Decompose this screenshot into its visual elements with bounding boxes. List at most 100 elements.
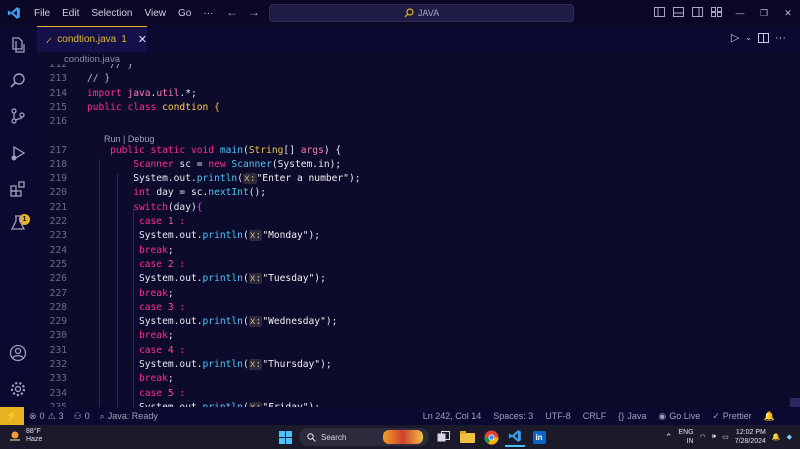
back-arrow-icon[interactable]: ← — [226, 5, 238, 19]
problems-status[interactable]: ⊗ 0 ⚠ 3 — [24, 411, 69, 422]
settings-gear-icon[interactable] — [0, 374, 35, 404]
code-token: static — [150, 144, 191, 156]
go-live-button[interactable]: ◉ Go Live — [653, 411, 705, 422]
notifications-bell-icon[interactable]: 🔔 — [759, 411, 780, 422]
code-line[interactable]: 225 case 2 : — [35, 258, 790, 272]
code-line[interactable]: 217 public static void main(String[] arg… — [35, 144, 790, 158]
search-sidebar-icon[interactable] — [0, 66, 35, 96]
remote-indicator-icon[interactable]: ⚡ — [0, 407, 24, 425]
restore-icon[interactable]: ❐ — [752, 0, 776, 26]
menu-selection[interactable]: Selection — [85, 8, 138, 19]
run-play-icon[interactable]: ▷ — [731, 31, 739, 44]
code-line[interactable]: 227 break; — [35, 287, 790, 301]
code-line[interactable]: 233 break; — [35, 372, 790, 386]
line-code: case 1 : — [87, 215, 185, 229]
tab-problem-count: 1 — [121, 34, 127, 45]
code-line[interactable]: 220 int day = sc.nextInt(); — [35, 186, 790, 200]
line-number: 219 — [49, 173, 67, 185]
code-line[interactable]: 223 System.out.println(x:"Monday"); — [35, 229, 790, 243]
code-line[interactable]: 228 case 3 : — [35, 301, 790, 315]
split-editor-icon[interactable] — [758, 32, 769, 43]
customize-layout-icon[interactable] — [709, 4, 724, 20]
code-token: nextInt — [208, 187, 249, 199]
menu-view[interactable]: View — [139, 8, 173, 19]
toggle-secondary-sidebar-icon[interactable] — [690, 4, 705, 20]
menu-go[interactable]: Go — [172, 8, 197, 19]
vscode-taskbar-icon[interactable] — [505, 427, 525, 447]
menu-file[interactable]: File — [28, 8, 56, 19]
menu-more[interactable]: ··· — [197, 8, 219, 19]
code-line[interactable]: 216 — [35, 115, 790, 129]
run-debug-icon[interactable] — [0, 138, 35, 168]
code-line[interactable]: 224 break; — [35, 244, 790, 258]
task-view-icon[interactable] — [433, 427, 453, 447]
chrome-icon[interactable] — [481, 427, 501, 447]
editor-scrollbar[interactable] — [790, 64, 800, 424]
input-language[interactable]: ENG IN — [678, 428, 693, 446]
forward-arrow-icon[interactable]: → — [248, 5, 260, 19]
battery-icon[interactable]: ▭ — [722, 433, 729, 441]
cursor-position[interactable]: Ln 242, Col 14 — [418, 411, 487, 421]
menu-edit[interactable]: Edit — [56, 8, 85, 19]
code-line[interactable]: 230 break; — [35, 329, 790, 343]
explorer-icon[interactable] — [0, 30, 35, 60]
prettier-status[interactable]: ✓ Prettier — [707, 411, 757, 422]
code-editor[interactable]: 212 // } 213// } 214 import java.util.*; 215… — [35, 64, 790, 407]
code-token: class — [127, 101, 163, 113]
code-token: case — [87, 301, 168, 313]
toggle-panel-icon[interactable] — [671, 4, 686, 20]
status-bar-right: Ln 242, Col 14 Spaces: 3 UTF-8 CRLF {} J… — [418, 407, 780, 425]
ports-count: 0 — [84, 411, 90, 421]
code-line[interactable]: 231 case 4 : — [35, 344, 790, 358]
code-line[interactable]: 222 case 1 : — [35, 215, 790, 229]
windows-start-icon[interactable] — [275, 427, 295, 447]
close-tab-icon[interactable]: ✕ — [138, 33, 147, 46]
close-window-icon[interactable]: ✕ — [776, 0, 800, 26]
linkedin-icon[interactable]: in — [529, 427, 549, 447]
indentation[interactable]: Spaces: 3 — [488, 411, 538, 421]
toggle-primary-sidebar-icon[interactable] — [652, 4, 667, 20]
code-line[interactable]: 219 System.out.println(x:"Enter a number… — [35, 172, 790, 186]
prettier-label: Prettier — [722, 411, 752, 421]
more-actions-icon[interactable]: ··· — [775, 32, 786, 44]
notification-center-icon[interactable]: 🔔 — [772, 433, 781, 441]
minimize-icon[interactable]: — — [728, 0, 752, 26]
ports-status[interactable]: ⚇ 0 — [69, 411, 95, 422]
code-token: ; — [167, 287, 174, 299]
editor-actions: ▷ ⌄ ··· — [731, 31, 786, 45]
file-explorer-icon[interactable] — [457, 427, 477, 447]
code-line[interactable]: 218 Scanner sc = new Scanner(System.in); — [35, 158, 790, 172]
encoding[interactable]: UTF-8 — [540, 411, 576, 421]
code-line[interactable]: 214 import java.util.*; — [35, 87, 790, 101]
run-dropdown-chevron-icon[interactable]: ⌄ — [745, 33, 752, 42]
end-of-line[interactable]: CRLF — [578, 411, 612, 421]
codelens-run-debug[interactable]: Run | Debug — [104, 134, 154, 144]
clock[interactable]: 12:02 PM 7/28/2024 — [735, 428, 766, 446]
command-center-search[interactable]: JAVA — [269, 4, 574, 22]
extensions-icon[interactable] — [0, 174, 35, 204]
volume-icon[interactable]: 🕪 — [712, 433, 716, 441]
testing-flask-icon[interactable] — [0, 208, 35, 238]
code-line[interactable]: 215 public class condtion { — [35, 101, 790, 115]
account-icon[interactable] — [0, 338, 35, 368]
code-line[interactable]: 212 // } — [35, 64, 790, 72]
wifi-icon[interactable]: ◠ — [700, 433, 706, 441]
code-line[interactable]: 229 System.out.println(x:"Wednesday"); — [35, 315, 790, 329]
taskbar-search-box[interactable]: Search — [299, 428, 429, 446]
code-line[interactable]: 226 System.out.println(x:"Tuesday"); — [35, 272, 790, 286]
code-line[interactable]: 213 // } — [35, 72, 790, 86]
line-number: 232 — [49, 359, 67, 370]
line-code: System.out.println(x:"Monday"); — [87, 229, 320, 243]
source-control-icon[interactable] — [0, 101, 35, 131]
code-line[interactable]: 234 case 5 : — [35, 387, 790, 401]
code-line[interactable]: 232 System.out.println(x:"Thursday"); — [35, 358, 790, 372]
java-status[interactable]: ⌕ Java: Ready — [95, 411, 163, 422]
code-line[interactable]: 221 switch(day){ — [35, 201, 790, 215]
line-code: case 5 : — [87, 387, 185, 401]
show-hidden-icons-chevron-icon[interactable]: ⌃ — [665, 432, 673, 443]
line-code: System.out.println(x:"Wednesday"); — [87, 315, 337, 329]
copilot-icon[interactable]: ◆ — [787, 433, 792, 441]
tab-condtion-java[interactable]: condtion.java 1 ✕ — [37, 26, 147, 52]
weather-widget[interactable]: 88°F Haze — [8, 428, 42, 444]
language-mode[interactable]: {} Java — [613, 411, 651, 421]
